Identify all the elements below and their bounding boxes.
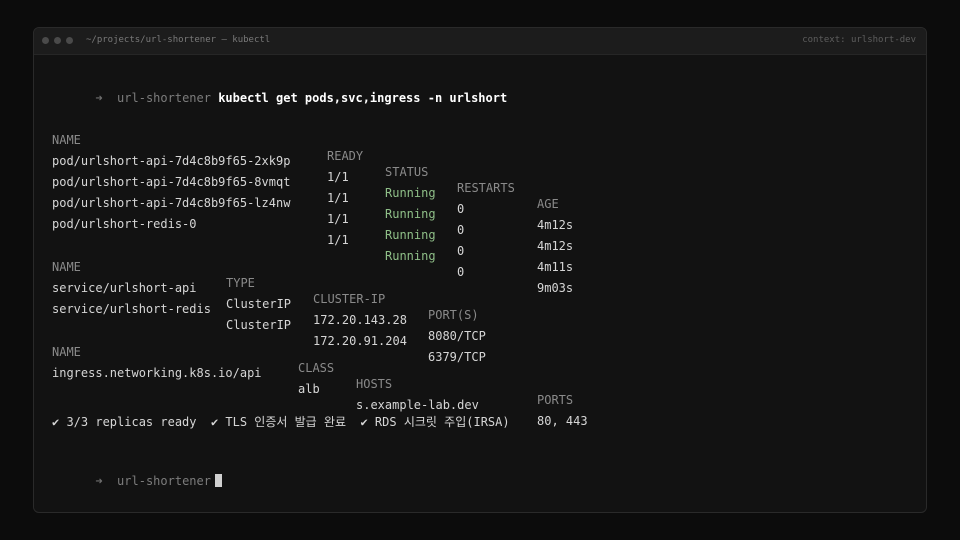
terminal-window: ~/projects/url-shortener — kubectl conte…: [33, 27, 927, 513]
column-header: PORT(S): [428, 308, 479, 322]
table-row: service/urlshort-redis ClusterIP 172.20.…: [52, 285, 612, 364]
services-header-row: NAME TYPE CLUSTER-IP PORT(S): [52, 243, 612, 322]
table-row: service/urlshort-api ClusterIP 172.20.14…: [52, 264, 612, 343]
text-cursor: [214, 474, 222, 487]
service-name: service/urlshort-redis: [52, 302, 211, 316]
window-controls: [42, 37, 73, 44]
table-row: pod/urlshort-api-7d4c8b9f65-lz4nw 1/1 Ru…: [52, 179, 612, 274]
table-row: pod/urlshort-api-7d4c8b9f65-2xk9p 1/1 Ru…: [52, 137, 612, 232]
pods-header-row: NAME READY STATUS RESTARTS AGE: [52, 116, 612, 211]
command-line: ➜ url-shortener kubectl get pods,svc,ing…: [52, 74, 507, 105]
ingress-ports: 80, 443: [537, 414, 588, 428]
summary-line: ✔ 3/3 replicas ready ✔ TLS 인증서 발급 완료 ✔ R…: [52, 415, 510, 429]
minimize-window-button[interactable]: [54, 37, 61, 44]
service-cluster-ip: 172.20.143.28: [313, 313, 407, 327]
maximize-window-button[interactable]: [66, 37, 73, 44]
pod-status: Running: [385, 228, 436, 242]
column-header: HOSTS: [356, 377, 393, 391]
ingress-header-row: NAME CLASS HOSTS PORTS: [52, 328, 652, 407]
pod-name: pod/urlshort-redis-0: [52, 217, 197, 231]
context-label: context: urlshort-dev: [802, 35, 916, 45]
prompt-directory: url-shortener: [117, 474, 211, 488]
executed-command: kubectl get pods,svc,ingress -n urlshort: [218, 91, 508, 105]
table-row: ingress.networking.k8s.io/api alb s.exam…: [52, 349, 652, 428]
ingress-class: alb: [298, 382, 320, 396]
pod-age: 4m12s: [537, 218, 574, 232]
title-bar: ~/projects/url-shortener — kubectl conte…: [34, 28, 926, 55]
ingress-name: ingress.networking.k8s.io/api: [52, 366, 262, 380]
pod-restarts: 0: [457, 223, 465, 237]
close-window-button[interactable]: [42, 37, 49, 44]
prompt-arrow-icon: ➜: [95, 474, 103, 488]
table-row: pod/urlshort-api-7d4c8b9f65-8vmqt 1/1 Ru…: [52, 158, 612, 253]
window-title: ~/projects/url-shortener — kubectl: [86, 35, 271, 45]
prompt-arrow-icon: ➜: [95, 91, 103, 105]
table-row: pod/urlshort-redis-0 1/1 Running 0 9m03s: [52, 200, 612, 295]
ingress-hosts: s.example-lab.dev: [356, 398, 479, 412]
column-header: PORTS: [537, 393, 574, 407]
active-prompt[interactable]: ➜ url-shortener: [52, 457, 222, 488]
prompt-directory: url-shortener: [117, 91, 211, 105]
